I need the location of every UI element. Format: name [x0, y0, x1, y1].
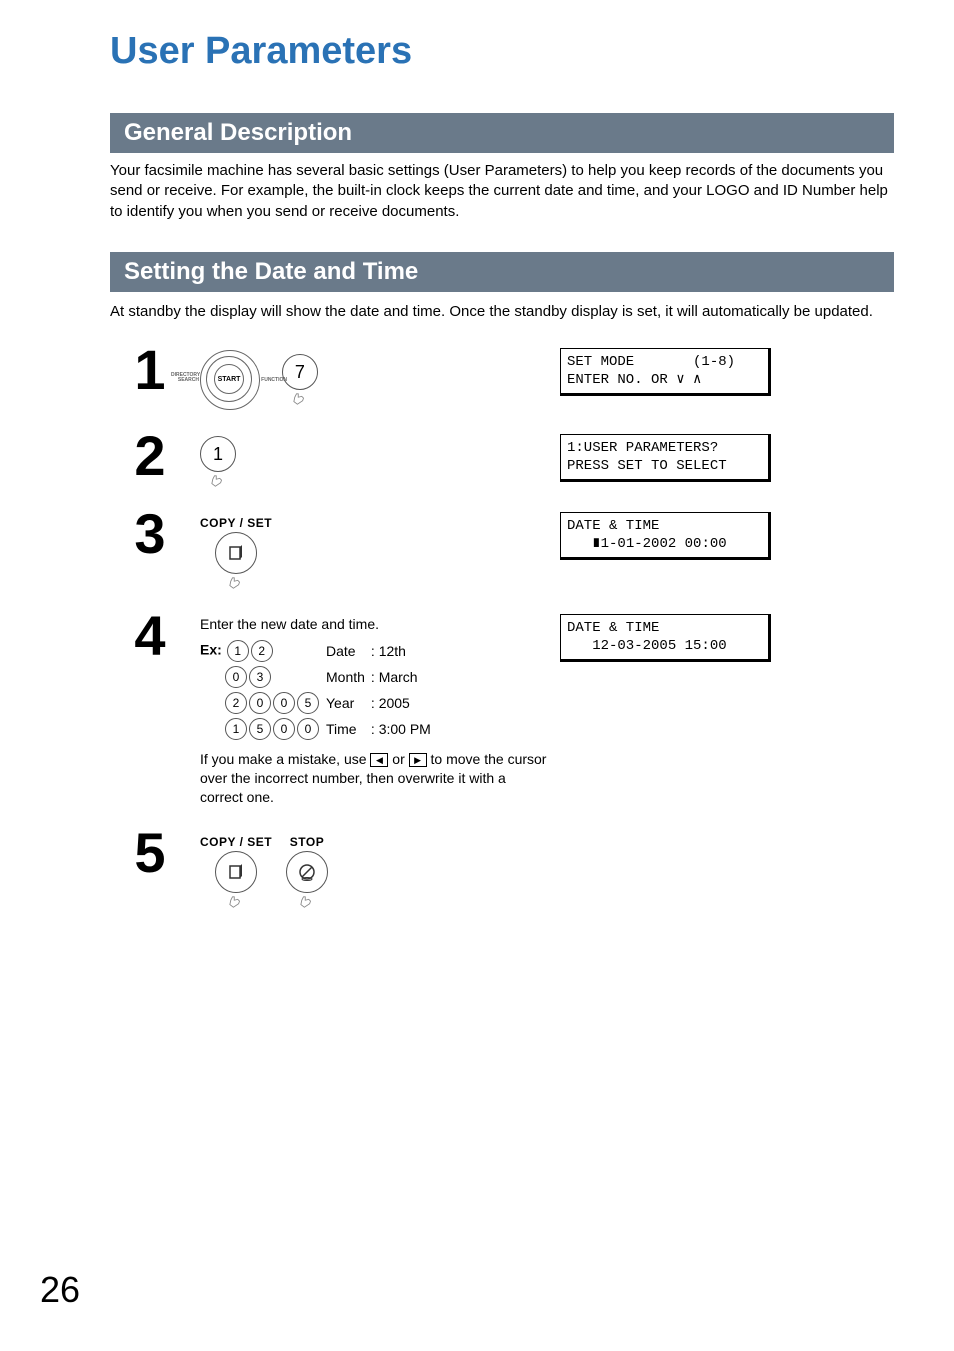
section-general-text: Your facsimile machine has several basic…	[110, 161, 894, 222]
key-digit: 3	[249, 666, 271, 688]
page-number: 26	[40, 1269, 80, 1311]
key-digit: 5	[249, 718, 271, 740]
section-datetime-heading: Setting the Date and Time	[110, 252, 894, 292]
key-7: 7	[282, 354, 318, 390]
lcd-display-4: DATE & TIME 12-03-2005 15:00	[560, 614, 769, 660]
key-digit: 1	[227, 640, 249, 662]
key-1: 1	[200, 436, 236, 472]
copyset-label: COPY / SET	[200, 835, 272, 849]
step-2-number: 2	[110, 428, 190, 484]
example-table: Ex: 12 Date : 12th 03 Month : March 2005	[200, 638, 437, 742]
step-2: 2 1 1:USER PARAMETERS? PRESS SET TO SELE…	[110, 428, 894, 488]
key-digit: 1	[225, 718, 247, 740]
section-general-heading: General Description	[110, 113, 894, 153]
copyset-label: COPY / SET	[200, 516, 272, 530]
press-hand-icon	[227, 576, 245, 590]
key-digit: 2	[251, 640, 273, 662]
copyset-button-icon	[215, 851, 257, 893]
key-digit: 0	[249, 692, 271, 714]
step-4: 4 Enter the new date and time. Ex: 12 Da…	[110, 608, 894, 807]
step-5: 5 COPY / SET STOP	[110, 825, 894, 909]
step-1-number: 1	[110, 342, 190, 398]
lcd-display-1: SET MODE (1-8) ENTER NO. OR ∨ ∧	[560, 348, 769, 394]
key-digit: 0	[273, 718, 295, 740]
table-row: 2005 Year : 2005	[200, 690, 437, 716]
table-row: 03 Month : March	[200, 664, 437, 690]
arrow-right-icon: ▶	[409, 753, 427, 767]
press-hand-icon	[298, 895, 316, 909]
press-hand-icon	[227, 895, 245, 909]
step-5-number: 5	[110, 825, 190, 881]
section-datetime-intro: At standby the display will show the dat…	[110, 302, 894, 322]
key-digit: 5	[297, 692, 319, 714]
step-4-intro: Enter the new date and time.	[200, 616, 550, 632]
key-digit: 0	[297, 718, 319, 740]
key-digit: 0	[273, 692, 295, 714]
mistake-note: If you make a mistake, use ◀ or ▶ to mov…	[200, 750, 550, 807]
step-3-number: 3	[110, 506, 190, 562]
copyset-button-icon	[215, 532, 257, 574]
control-dial-icon: DIRECTORY SEARCH FUNCTION START	[200, 350, 260, 410]
page-title: User Parameters	[110, 30, 894, 73]
press-hand-icon	[291, 392, 309, 406]
step-1: 1 DIRECTORY SEARCH FUNCTION START 7 SET …	[110, 342, 894, 410]
stop-button-icon	[286, 851, 328, 893]
step-4-number: 4	[110, 608, 190, 664]
step-3: 3 COPY / SET DATE & TIME ∎1-01-2002 00:0…	[110, 506, 894, 590]
arrow-left-icon: ◀	[370, 753, 388, 767]
stop-label: STOP	[290, 835, 324, 849]
key-digit: 0	[225, 666, 247, 688]
key-digit: 2	[225, 692, 247, 714]
table-row: Ex: 12 Date : 12th	[200, 638, 437, 664]
press-hand-icon	[209, 474, 227, 488]
lcd-display-3: DATE & TIME ∎1-01-2002 00:00	[560, 512, 769, 558]
lcd-display-2: 1:USER PARAMETERS? PRESS SET TO SELECT	[560, 434, 769, 480]
table-row: 1500 Time : 3:00 PM	[200, 716, 437, 742]
